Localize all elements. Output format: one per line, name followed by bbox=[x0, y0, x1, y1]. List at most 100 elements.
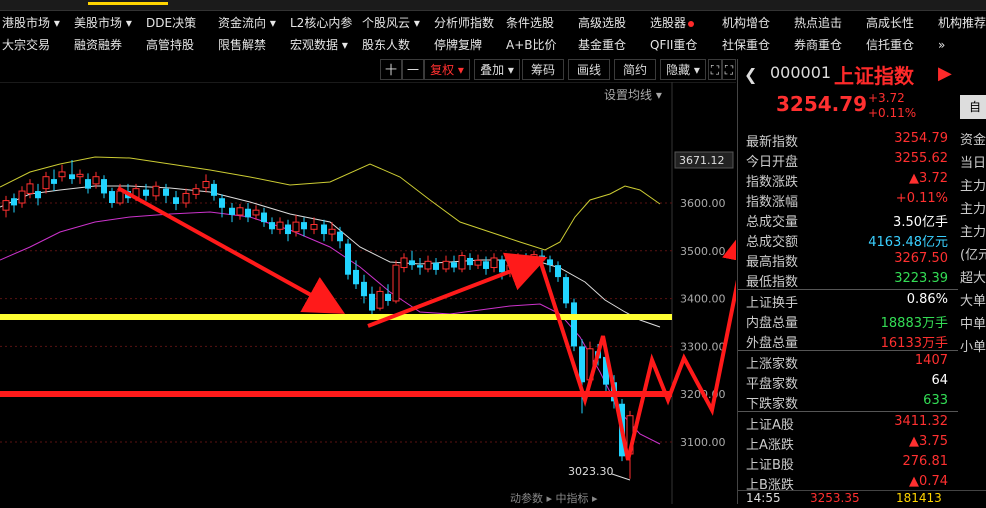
candle-body bbox=[245, 208, 251, 218]
candle-body bbox=[202, 180, 210, 189]
kline-chart-svg[interactable]: 3600.003500.003400.003300.003200.003100.… bbox=[0, 81, 762, 505]
fund-flow-label[interactable]: 小单 bbox=[958, 336, 986, 359]
quote-value: +0.11% bbox=[895, 191, 948, 206]
support-line-red bbox=[0, 391, 672, 397]
menu-item[interactable]: 高成长性 bbox=[866, 12, 914, 34]
menu-item-label: 基金重仓 bbox=[578, 38, 627, 52]
menu-item[interactable]: 高管持股 bbox=[146, 34, 194, 56]
menu-item[interactable]: 基金重仓 bbox=[578, 34, 626, 56]
menu-item[interactable]: 停牌复牌 bbox=[434, 34, 482, 56]
toolbar-button[interactable]: 隐藏 ▾ bbox=[660, 59, 706, 80]
menu-item[interactable]: 港股市场 ▾ bbox=[2, 12, 60, 34]
quote-rows: 最新指数 3254.79 今日开盘 3255.62 指数涨跌 ▲3.72 指数涨幅 +0.11… bbox=[738, 129, 958, 493]
menu-item[interactable]: 限售解禁 bbox=[218, 34, 266, 56]
candle-body bbox=[252, 209, 260, 216]
quote-row: 下跌家数 633 bbox=[738, 391, 958, 412]
quote-row: 最高指数 3267.50 bbox=[738, 249, 958, 270]
prev-stock-icon[interactable]: ❮ bbox=[744, 65, 757, 84]
fund-flow-label[interactable]: 中单 bbox=[958, 313, 986, 336]
function-menu: 港股市场 ▾ 美股市场 ▾ DDE决策 资金流向 ▾ L2核心内参 个股风云 ▾ 分析师指数… bbox=[0, 12, 986, 58]
menu-item[interactable]: 分析师指数 bbox=[434, 12, 494, 34]
menu-item[interactable]: 资金流向 ▾ bbox=[218, 12, 276, 34]
menu-item-label: 停牌复牌 bbox=[434, 38, 483, 52]
menu-item-label: 融资融券 bbox=[74, 38, 123, 52]
quote-value: ▲3.75 bbox=[909, 434, 948, 449]
quote-row: 最新指数 3254.79 bbox=[738, 129, 958, 150]
toolbar-button[interactable]: 简约 bbox=[614, 59, 656, 80]
menu-item[interactable]: A+B比价 bbox=[506, 34, 557, 56]
menu-item[interactable]: 条件选股 bbox=[506, 12, 554, 34]
menu-item[interactable]: 热点追击 bbox=[794, 12, 842, 34]
fund-flow-label[interactable]: 主力 bbox=[958, 175, 986, 198]
menu-item[interactable]: 机构增仓 bbox=[722, 12, 770, 34]
menu-item[interactable]: 信托重仓 bbox=[866, 34, 914, 56]
menu-item[interactable]: 宏观数据 ▾ bbox=[290, 34, 348, 56]
menu-item[interactable]: DDE决策 bbox=[146, 12, 196, 34]
toolbar-button[interactable]: 叠加 ▾ bbox=[474, 59, 520, 80]
quote-label: 总成交量 bbox=[746, 215, 799, 230]
quote-value: 3255.62 bbox=[894, 151, 948, 166]
candle-body bbox=[337, 231, 343, 242]
menu-item[interactable]: » bbox=[938, 34, 945, 56]
candle-body bbox=[328, 228, 336, 235]
menu-item[interactable]: 高级选股 bbox=[578, 12, 626, 34]
menu-item[interactable]: QFII重仓 bbox=[650, 34, 697, 56]
toolbar-button[interactable]: ⛶ bbox=[722, 59, 736, 80]
title-bar bbox=[0, 0, 986, 11]
quote-row: 外盘总量 16133万手 bbox=[738, 330, 958, 351]
candle-body bbox=[292, 221, 300, 233]
kline-chart[interactable]: 3600.00 3500.00 3400.00 3300.00 3200.00 3100.… bbox=[0, 81, 762, 505]
menu-item[interactable]: 社保重仓 bbox=[722, 34, 770, 56]
menu-item[interactable]: 选股器 bbox=[650, 12, 695, 34]
menu-item[interactable]: L2核心内参 bbox=[290, 12, 352, 34]
menu-item[interactable]: 融资融券 bbox=[74, 34, 122, 56]
toolbar-button[interactable]: 画线 bbox=[568, 59, 610, 80]
chart-bottom-label: 动参数 ▸ 中指标 ▸ bbox=[510, 491, 598, 504]
quote-value: 0.86% bbox=[906, 292, 948, 307]
menu-item-label: 资金流向 ▾ bbox=[218, 16, 276, 30]
toolbar-button[interactable]: 复权 ▾ bbox=[424, 59, 470, 80]
fund-flow-label[interactable]: 主力 bbox=[958, 221, 986, 244]
fund-flow-label[interactable]: (亿元 bbox=[958, 244, 986, 267]
menu-item[interactable]: 机构推荐 bbox=[938, 12, 986, 34]
fund-flow-label[interactable]: 当日 bbox=[958, 152, 986, 175]
quote-row: 今日开盘 3255.62 bbox=[738, 149, 958, 170]
fund-flow-label[interactable]: 资金 bbox=[958, 129, 986, 152]
fund-flow-label[interactable]: 大单 bbox=[958, 290, 986, 313]
candle-body bbox=[451, 262, 457, 268]
candle-body bbox=[236, 207, 244, 216]
candle-body bbox=[547, 259, 553, 266]
menu-item[interactable]: 个股风云 ▾ bbox=[362, 12, 420, 34]
price-tick-label: 3400.00 bbox=[680, 293, 726, 306]
toolbar-button[interactable]: ⛶ bbox=[708, 59, 722, 80]
add-self-select-button[interactable]: 自 bbox=[960, 95, 986, 119]
candle-body bbox=[285, 224, 291, 235]
menu-item[interactable]: 股东人数 bbox=[362, 34, 410, 56]
menu-item[interactable]: 美股市场 ▾ bbox=[74, 12, 132, 34]
quote-row: 上B涨跌 ▲0.74 bbox=[738, 472, 958, 493]
next-stock-icon[interactable]: ▶ bbox=[938, 63, 952, 84]
menu-item-label: DDE决策 bbox=[146, 16, 197, 30]
candle-body bbox=[109, 191, 115, 203]
quote-label: 指数涨跌 bbox=[746, 175, 799, 190]
quote-value: 3411.32 bbox=[894, 414, 948, 429]
candle-body bbox=[173, 197, 179, 204]
candle-body bbox=[442, 260, 450, 270]
toolbar-button[interactable]: 一 bbox=[402, 59, 424, 80]
fund-flow-label[interactable]: 主力 bbox=[958, 198, 986, 221]
menu-item-label: 大宗交易 bbox=[2, 38, 51, 52]
candle-body bbox=[76, 173, 84, 178]
menu-item[interactable]: 大宗交易 bbox=[2, 34, 50, 56]
candle-body bbox=[2, 200, 10, 211]
quote-label: 今日开盘 bbox=[746, 155, 799, 170]
ma-setting-label: 设置均线 ▾ bbox=[604, 88, 662, 102]
menu-item-label: L2核心内参 bbox=[290, 16, 353, 30]
menu-item[interactable]: 券商重仓 bbox=[794, 34, 842, 56]
toolbar-button[interactable]: 十 bbox=[380, 59, 402, 80]
price-tick-label: 3300.00 bbox=[680, 340, 726, 353]
quote-row: 指数涨跌 ▲3.72 bbox=[738, 169, 958, 190]
fund-flow-label[interactable]: 超大 bbox=[958, 267, 986, 290]
quote-row: 上涨家数 1407 bbox=[738, 350, 958, 372]
candle-body bbox=[353, 269, 359, 285]
toolbar-button[interactable]: 筹码 bbox=[522, 59, 564, 80]
